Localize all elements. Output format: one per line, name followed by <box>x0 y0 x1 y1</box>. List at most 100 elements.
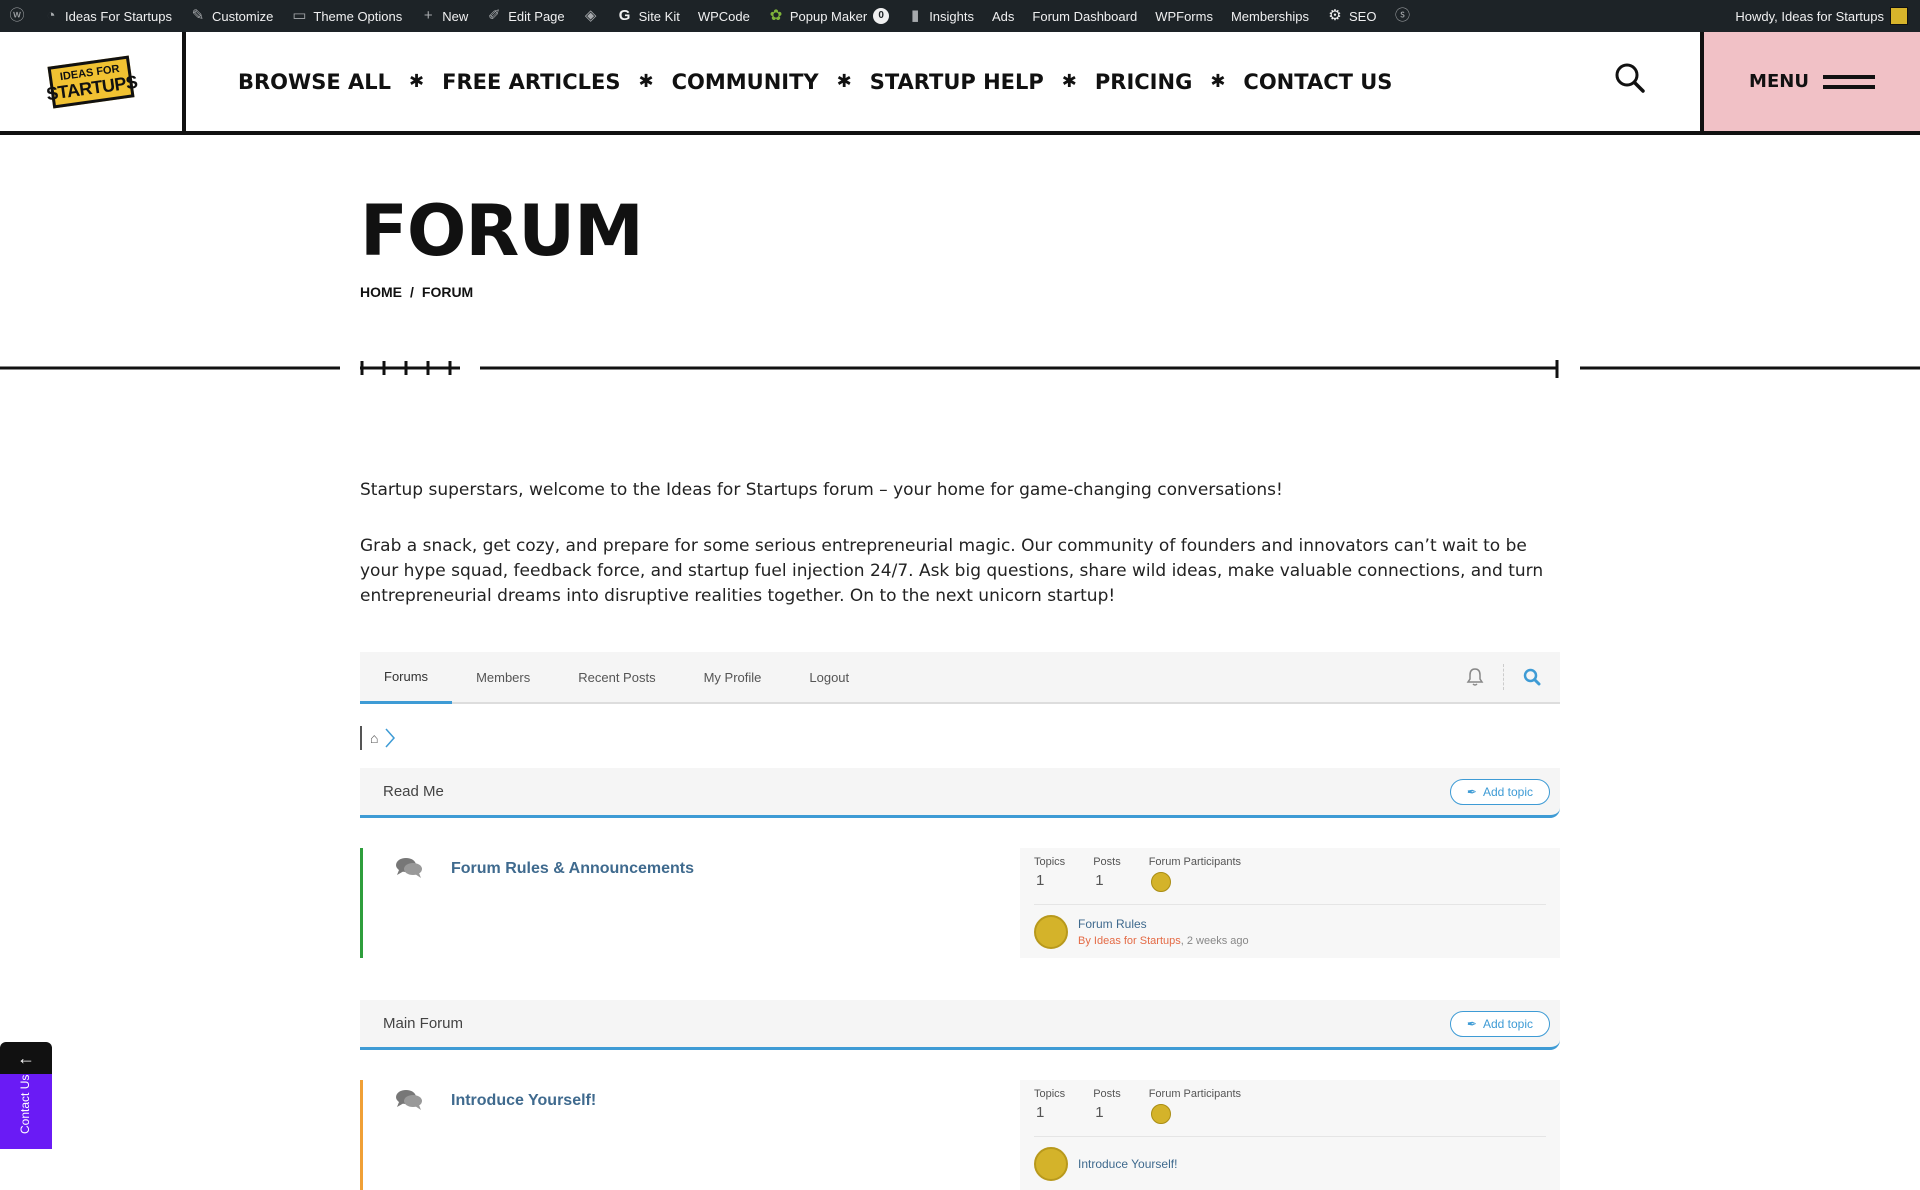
popup-count-badge: 0 <box>873 8 890 24</box>
seo-link[interactable]: ⚙ SEO <box>1318 0 1385 32</box>
wordpress-icon: ⓦ <box>9 7 25 24</box>
notifications-button[interactable] <box>1447 651 1503 703</box>
category-header: Read Me ✒ Add topic <box>360 768 1560 818</box>
forum-search-button[interactable] <box>1504 651 1560 703</box>
logo-link[interactable]: IDEAS FOR STARTUPS <box>0 32 186 131</box>
forum-breadcrumb: ⌂ <box>360 726 416 750</box>
tab-logout[interactable]: Logout <box>785 651 873 703</box>
forum-info: Forum Rules & Announcements <box>360 848 1020 958</box>
wpforms-link[interactable]: WPForms <box>1146 0 1222 32</box>
add-topic-label: Add topic <box>1482 784 1533 799</box>
forum-nav: Forums Members Recent Posts My Profile L… <box>360 652 1560 704</box>
tab-my-profile[interactable]: My Profile <box>680 651 786 703</box>
admin-avatar <box>1890 7 1908 25</box>
lightning-icon: ⓢ <box>1394 7 1410 24</box>
contact-us-tab[interactable]: Contact Us <box>0 1074 52 1149</box>
wp-admin-bar: ⓦ ◔ Ideas For Startups ✎ Customize ▭ Theme … <box>0 0 1920 32</box>
search-icon <box>1523 668 1541 686</box>
customize-link[interactable]: ✎ Customize <box>181 0 282 32</box>
page-title: FORUM <box>360 190 644 272</box>
forum-dashboard-link[interactable]: Forum Dashboard <box>1023 0 1146 32</box>
add-topic-button[interactable]: ✒ Add topic <box>1449 1010 1550 1037</box>
forum-title-link[interactable]: Forum Rules & Announcements <box>451 860 694 958</box>
site-header: IDEAS FOR STARTUPS BROWSE ALL ✱ FREE ART… <box>0 32 1920 135</box>
collapse-arrow-button[interactable]: ← <box>0 1042 52 1074</box>
tab-members[interactable]: Members <box>452 651 554 703</box>
theme-options-link[interactable]: ▭ Theme Options <box>282 0 411 32</box>
forum-intro: Startup superstars, welcome to the Ideas… <box>360 478 1560 609</box>
nav-free-articles[interactable]: FREE ARTICLES <box>442 70 620 94</box>
forum-container: Forums Members Recent Posts My Profile L… <box>360 652 1560 1190</box>
add-topic-button[interactable]: ✒ Add topic <box>1449 778 1550 805</box>
nav-separator: ✱ <box>1210 71 1226 92</box>
stat-posts-label: Posts <box>1093 1088 1121 1100</box>
insights-label: Insights <box>929 8 974 24</box>
insights-link[interactable]: ▮ Insights <box>898 0 983 32</box>
last-post-avatar[interactable] <box>1034 1147 1068 1181</box>
stat-posts: Posts 1 <box>1093 1088 1121 1124</box>
wpcode-link[interactable]: WPCode <box>689 0 759 32</box>
forum-dashboard-label: Forum Dashboard <box>1032 8 1138 24</box>
nav-startup-help[interactable]: STARTUP HELP <box>870 70 1044 94</box>
stat-topics-label: Topics <box>1034 1088 1066 1100</box>
participant-avatar[interactable] <box>1150 872 1171 892</box>
stat-participants-label: Forum Participants <box>1148 856 1242 868</box>
last-post-topic-link[interactable]: Introduce Yourself! <box>1078 1157 1177 1171</box>
my-account-link[interactable]: Howdy, Ideas for Startups <box>1735 7 1920 25</box>
add-topic-label: Add topic <box>1482 1016 1533 1031</box>
wpforms-label: WPForms <box>1155 8 1213 24</box>
breadcrumb-home[interactable]: HOME <box>360 284 402 300</box>
nav-contact-us[interactable]: CONTACT US <box>1243 70 1392 94</box>
breadcrumb-current: FORUM <box>421 284 474 300</box>
last-post-by-prefix: By <box>1078 935 1094 947</box>
stat-topics-value: 1 <box>1036 872 1045 889</box>
bar-chart-icon: ▮ <box>911 7 920 24</box>
comments-icon <box>396 858 422 878</box>
decorative-divider <box>0 360 1920 378</box>
stat-posts-label: Posts <box>1093 856 1121 868</box>
forum-title-link[interactable]: Introduce Yourself! <box>451 1092 596 1190</box>
menu-toggle-button[interactable]: MENU <box>1700 32 1920 131</box>
google-icon: G <box>618 7 631 24</box>
tab-forums[interactable]: Forums <box>360 652 453 704</box>
menu-label: MENU <box>1749 71 1809 92</box>
last-post-meta: By Ideas for Startups, 2 weeks ago <box>1078 935 1249 947</box>
forum-row: Forum Rules & Announcements Topics 1 Post… <box>360 848 1560 958</box>
last-post-time: , 2 weeks ago <box>1180 935 1249 947</box>
theme-options-label: Theme Options <box>313 8 403 24</box>
last-post-author-link[interactable]: Ideas for Startups <box>1094 935 1181 947</box>
nav-pricing[interactable]: PRICING <box>1095 70 1192 94</box>
category-title: Read Me <box>383 783 444 800</box>
comments-icon <box>396 1090 422 1110</box>
breadcrumb-separator: / <box>410 284 414 300</box>
site-kit-label: Site Kit <box>638 8 680 24</box>
diamond-plugin-button[interactable]: ◈ <box>574 0 608 32</box>
site-name-label: Ideas For Startups <box>65 8 172 24</box>
popup-maker-link[interactable]: ✿ Popup Maker 0 <box>759 0 898 32</box>
forum-tools <box>1447 651 1560 703</box>
last-post-avatar[interactable] <box>1034 915 1068 949</box>
site-name-link[interactable]: ◔ Ideas For Startups <box>34 0 181 32</box>
stat-topics: Topics 1 <box>1034 1088 1065 1124</box>
wordpress-logo-button[interactable]: ⓦ <box>0 0 34 32</box>
stat-participants: Forum Participants <box>1149 1088 1241 1124</box>
intro-paragraph-2: Grab a snack, get cozy, and prepare for … <box>360 536 1544 606</box>
performance-button[interactable]: ⓢ <box>1385 0 1419 32</box>
site-kit-link[interactable]: G Site Kit <box>608 0 689 32</box>
last-post: Introduce Yourself! <box>1034 1136 1546 1181</box>
last-post-topic-link[interactable]: Forum Rules <box>1078 917 1249 931</box>
home-icon[interactable]: ⌂ <box>370 730 378 746</box>
memberships-link[interactable]: Memberships <box>1222 0 1318 32</box>
diamond-icon: ◈ <box>584 7 597 24</box>
intro-paragraph-1: Startup superstars, welcome to the Ideas… <box>360 480 1283 500</box>
participant-avatar[interactable] <box>1150 1104 1171 1124</box>
new-content-link[interactable]: + New <box>411 0 477 32</box>
header-search-button[interactable] <box>1614 62 1654 102</box>
nav-community[interactable]: COMMUNITY <box>672 70 819 94</box>
edit-page-link[interactable]: ✐ Edit Page <box>477 0 573 32</box>
stat-participants-label: Forum Participants <box>1148 1088 1242 1100</box>
plus-icon: + <box>423 7 433 24</box>
ads-link[interactable]: Ads <box>983 0 1023 32</box>
tab-recent-posts[interactable]: Recent Posts <box>554 651 679 703</box>
nav-browse-all[interactable]: BROWSE ALL <box>238 70 391 94</box>
